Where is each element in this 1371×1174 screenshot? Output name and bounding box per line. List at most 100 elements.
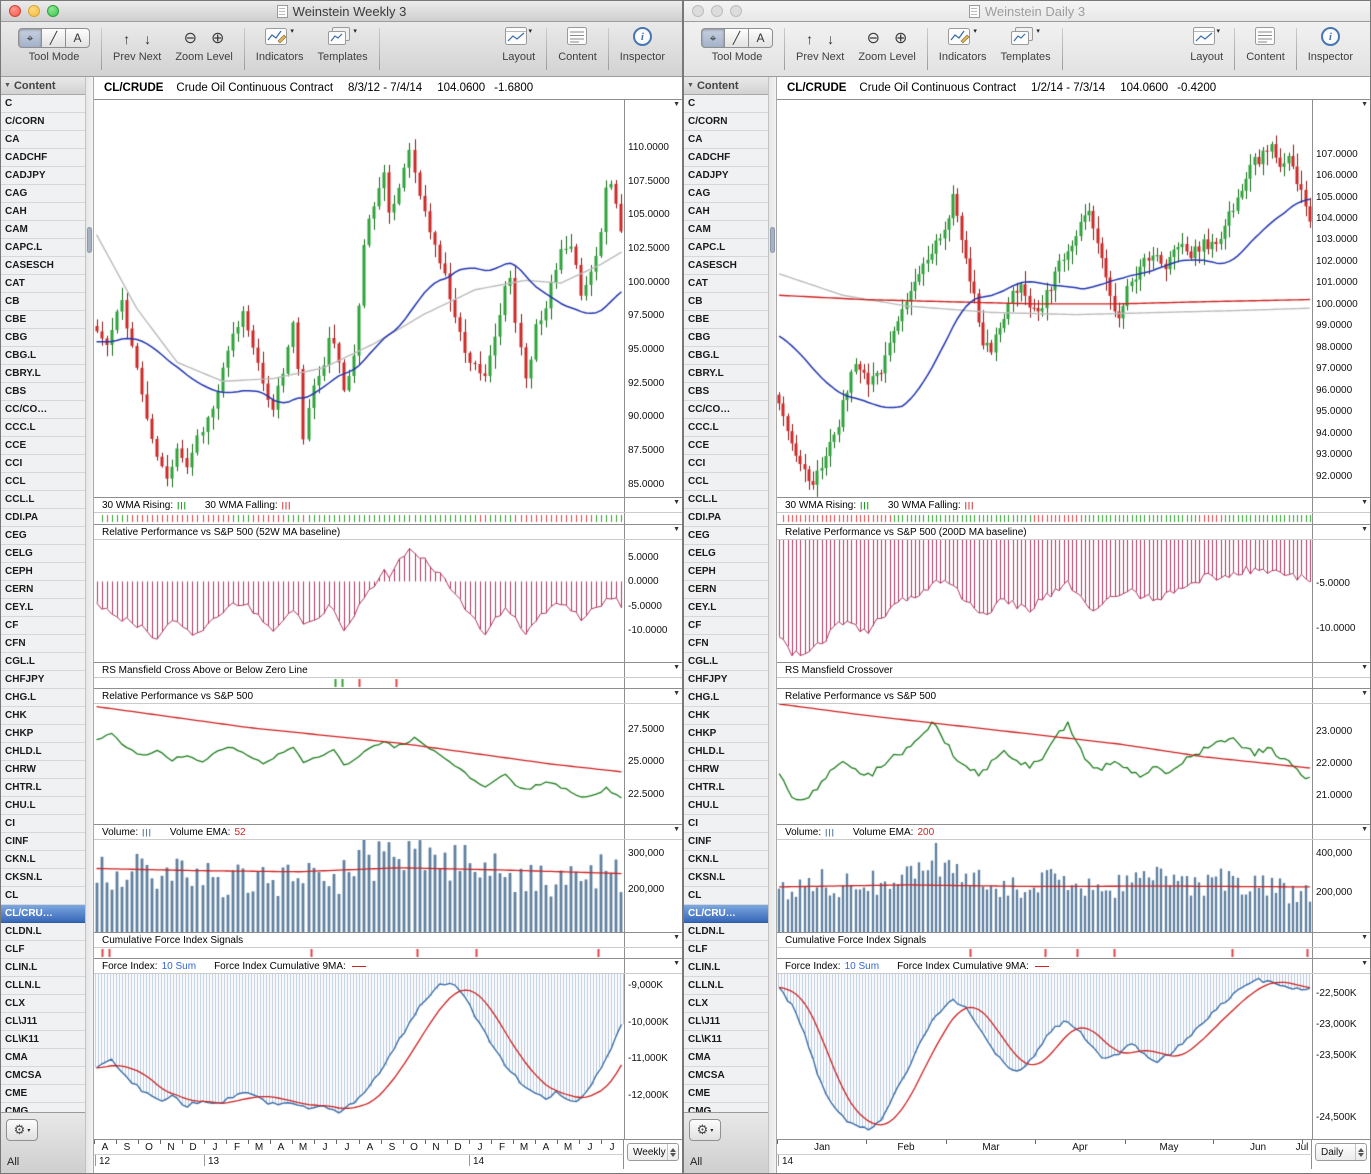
sidebar-item-cbryl[interactable]: CBRY.L [1, 365, 85, 383]
sidebar-item-clf[interactable]: CLF [1, 941, 85, 959]
sidebar-item-chfjpy[interactable]: CHFJPY [684, 671, 768, 689]
scrollbar-thumb[interactable] [770, 227, 775, 253]
sidebar-item-cl[interactable]: CL [1, 887, 85, 905]
price-chart-canvas[interactable] [777, 100, 1312, 497]
inspector-button[interactable]: i [1320, 27, 1340, 48]
sidebar-item-cinf[interactable]: CINF [684, 833, 768, 851]
sidebar-item-cci[interactable]: CCI [684, 455, 768, 473]
titlebar[interactable]: Weinstein Daily 3 [684, 1, 1370, 22]
text-tool-button[interactable]: A [749, 28, 773, 48]
zoom-out-button[interactable]: ⊖ [865, 29, 882, 48]
sidebar-item-cccl[interactable]: CCC.L [1, 419, 85, 437]
force-index-canvas[interactable] [94, 974, 624, 1139]
sidebar-item-ccorn[interactable]: C/CORN [684, 113, 768, 131]
collapse-panel-icon[interactable]: ▼ [673, 690, 680, 697]
text-tool-button[interactable]: A [66, 28, 90, 48]
sidebar-item-chfjpy[interactable]: CHFJPY [1, 671, 85, 689]
force-index-canvas[interactable] [777, 974, 1312, 1139]
collapse-panel-icon[interactable]: ▼ [673, 960, 680, 967]
time-axis-months[interactable]: ASONDJFMAMJJASONDJFMAMJJ [94, 1140, 624, 1155]
zoom-window-button[interactable] [47, 5, 59, 17]
collapse-panel-icon[interactable]: ▼ [1361, 826, 1368, 833]
sidebar-item-cinf[interactable]: CINF [1, 833, 85, 851]
sidebar-item-cbgl[interactable]: CBG.L [684, 347, 768, 365]
sidebar-item-chk[interactable]: CHK [1, 707, 85, 725]
sidebar-item-cci[interactable]: CCI [1, 455, 85, 473]
sidebar-item-clinl[interactable]: CLIN.L [1, 959, 85, 977]
sidebar-item-cmcsa[interactable]: CMCSA [1, 1067, 85, 1085]
line-tool-button[interactable]: ╱ [42, 28, 66, 48]
sidebar-item-ca[interactable]: CA [1, 131, 85, 149]
sidebar-item-clj11[interactable]: CL\J11 [684, 1013, 768, 1031]
sidebar-item-cern[interactable]: CERN [1, 581, 85, 599]
sidebar-item-chrw[interactable]: CHRW [684, 761, 768, 779]
zoom-out-button[interactable]: ⊖ [182, 29, 199, 48]
prev-chart-button[interactable]: ↑ [804, 29, 815, 48]
sidebar-item-cadjpy[interactable]: CADJPY [1, 167, 85, 185]
sidebar-item-cllnl[interactable]: CLLN.L [1, 977, 85, 995]
sidebar-item-cf[interactable]: CF [684, 617, 768, 635]
collapse-panel-icon[interactable]: ▼ [1361, 934, 1368, 941]
sidebar-item-cb[interactable]: CB [684, 293, 768, 311]
collapse-panel-icon[interactable]: ▼ [673, 101, 680, 108]
minimize-button[interactable] [711, 5, 723, 17]
sidebar-item-cbg[interactable]: CBG [684, 329, 768, 347]
collapse-panel-icon[interactable]: ▼ [1361, 690, 1368, 697]
line-tool-button[interactable]: ╱ [725, 28, 749, 48]
sidebar-item-cce[interactable]: CCE [684, 437, 768, 455]
collapse-panel-icon[interactable]: ▼ [1361, 526, 1368, 533]
sidebar-item-cbg[interactable]: CBG [1, 329, 85, 347]
sidebar-item-celg[interactable]: CELG [684, 545, 768, 563]
templates-button[interactable]: ▾ [1011, 27, 1040, 48]
sidebar-item-cbryl[interactable]: CBRY.L [684, 365, 768, 383]
sidebar-item-clcru[interactable]: CL/CRU… [684, 905, 768, 923]
sidebar-item-clx[interactable]: CLX [684, 995, 768, 1013]
sidebar-item-cag[interactable]: CAG [684, 185, 768, 203]
sidebar-item-ccorn[interactable]: C/CORN [1, 113, 85, 131]
sidebar-item-cah[interactable]: CAH [684, 203, 768, 221]
pointer-tool-button[interactable]: ⌖ [18, 28, 42, 48]
sidebar-item-cgll[interactable]: CGL.L [1, 653, 85, 671]
sidebar-item-ci[interactable]: CI [1, 815, 85, 833]
sidebar-item-cern[interactable]: CERN [684, 581, 768, 599]
sidebar-item-cksnl[interactable]: CKSN.L [1, 869, 85, 887]
sidebar-item-clx[interactable]: CLX [1, 995, 85, 1013]
relative-performance-canvas[interactable] [777, 540, 1312, 662]
sidebar-item-cce[interactable]: CCE [1, 437, 85, 455]
sidebar-item-cccl[interactable]: CCC.L [684, 419, 768, 437]
timeframe-popup[interactable]: Weekly [627, 1143, 679, 1161]
sidebar-item-cadchf[interactable]: CADCHF [684, 149, 768, 167]
sidebar-item-cadjpy[interactable]: CADJPY [684, 167, 768, 185]
sidebar-item-c[interactable]: C [684, 95, 768, 113]
sidebar-item-ceyl[interactable]: CEY.L [684, 599, 768, 617]
templates-button[interactable]: ▾ [328, 27, 357, 48]
indicators-button[interactable]: ▾ [948, 27, 977, 48]
collapse-panel-icon[interactable]: ▼ [1361, 960, 1368, 967]
sidebar-item-cldnl[interactable]: CLDN.L [1, 923, 85, 941]
sidebar-item-cme[interactable]: CME [684, 1085, 768, 1103]
sidebar-item-cah[interactable]: CAH [1, 203, 85, 221]
sidebar-header[interactable]: ▼ Content [684, 77, 768, 95]
sidebar-item-cdipa[interactable]: CDI.PA [1, 509, 85, 527]
sidebar-item-cdipa[interactable]: CDI.PA [684, 509, 768, 527]
sidebar-item-cfn[interactable]: CFN [1, 635, 85, 653]
sidebar-item-chtrl[interactable]: CHTR.L [684, 779, 768, 797]
sidebar-item-cfn[interactable]: CFN [684, 635, 768, 653]
inspector-button[interactable]: i [632, 27, 652, 48]
sidebar-item-cl[interactable]: CL [684, 887, 768, 905]
sidebar-item-cldnl[interactable]: CLDN.L [684, 923, 768, 941]
collapse-panel-icon[interactable]: ▼ [1361, 101, 1368, 108]
sidebar-item-cknl[interactable]: CKN.L [684, 851, 768, 869]
sidebar-item-clk11[interactable]: CL\K11 [684, 1031, 768, 1049]
sidebar-item-cknl[interactable]: CKN.L [1, 851, 85, 869]
sidebar-item-cam[interactable]: CAM [684, 221, 768, 239]
sidebar-item-ceph[interactable]: CEPH [1, 563, 85, 581]
sidebar-item-ceg[interactable]: CEG [1, 527, 85, 545]
close-button[interactable] [692, 5, 704, 17]
collapse-panel-icon[interactable]: ▼ [673, 664, 680, 671]
sidebar-item-cag[interactable]: CAG [1, 185, 85, 203]
sidebar-item-ccco[interactable]: CC/CO… [684, 401, 768, 419]
sidebar-item-cf[interactable]: CF [1, 617, 85, 635]
rs-chart-canvas[interactable] [777, 704, 1312, 824]
sidebar-item-ceg[interactable]: CEG [684, 527, 768, 545]
